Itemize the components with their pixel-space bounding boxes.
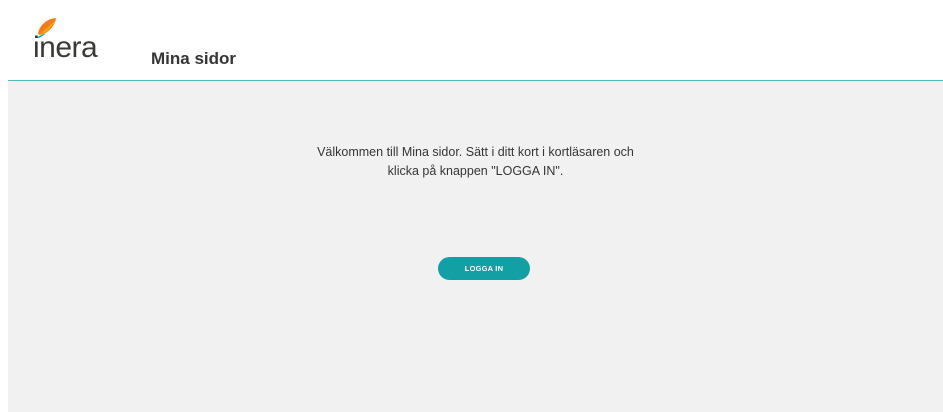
login-button[interactable]: LOGGA IN bbox=[438, 257, 530, 280]
page: inera Mina sidor Välkommen till Mina sid… bbox=[0, 0, 943, 412]
welcome-line-1: Välkommen till Mina sidor. Sätt i ditt k… bbox=[317, 145, 634, 159]
welcome-message: Välkommen till Mina sidor. Sätt i ditt k… bbox=[8, 143, 943, 181]
login-panel: Välkommen till Mina sidor. Sätt i ditt k… bbox=[8, 81, 943, 412]
header: inera Mina sidor bbox=[0, 0, 943, 80]
app-title: Mina sidor bbox=[151, 49, 237, 68]
logo-text: inera bbox=[33, 31, 98, 64]
welcome-line-2: klicka på knappen "LOGGA IN". bbox=[387, 164, 564, 178]
inera-logo: inera bbox=[33, 17, 123, 67]
